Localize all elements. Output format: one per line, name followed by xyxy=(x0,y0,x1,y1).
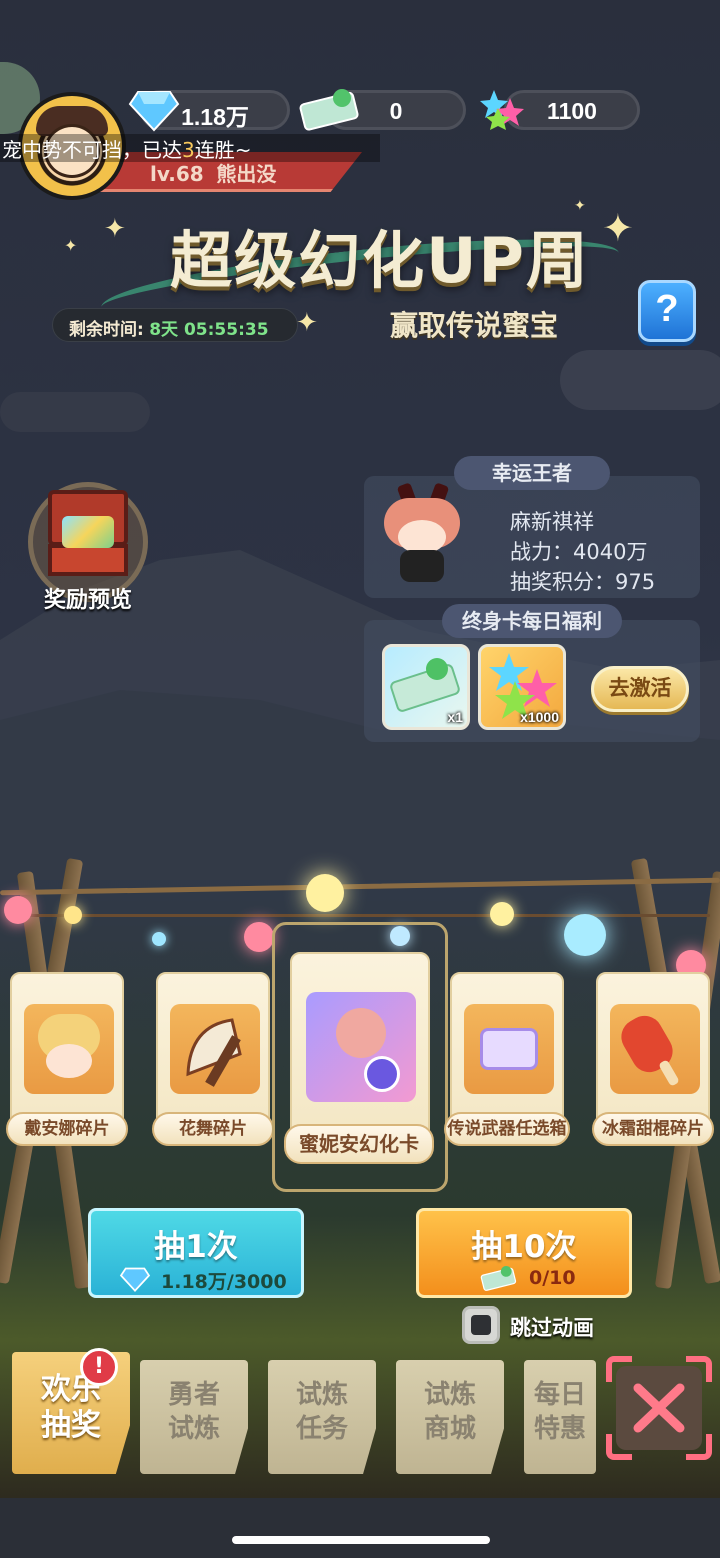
activate-button[interactable]: 去激活 xyxy=(591,666,689,712)
sparkle-icon: ✦ xyxy=(64,236,78,255)
ticket-qty: x1 xyxy=(447,709,463,725)
lifetime-reward-ticket[interactable]: x1 xyxy=(382,644,470,730)
rope-lights xyxy=(10,914,710,917)
bottom-bar xyxy=(0,1498,720,1558)
prize-label-weapon-chest: 传说武器任选箱 xyxy=(444,1112,570,1146)
lifetime-card-tag: 终身卡每日福利 xyxy=(442,604,622,638)
cloud-decoration xyxy=(560,350,720,410)
transform-card-icon xyxy=(306,992,416,1102)
marquee-count: 3 xyxy=(182,138,195,162)
draw-ten-cost: 0/10 xyxy=(529,1267,576,1289)
lucky-king-tag: 幸运王者 xyxy=(454,456,610,490)
light-bulb xyxy=(564,914,606,956)
draw-ten-label: 抽10次 xyxy=(471,1229,577,1265)
prize-label-fan: 花舞碎片 xyxy=(152,1112,274,1146)
king-name: 麻新祺祥 xyxy=(510,510,594,534)
tab-label: 每日 特惠 xyxy=(533,1380,586,1444)
draw-once-button[interactable]: 抽1次 1.18万/3000 xyxy=(88,1208,304,1298)
tab-daily-deals[interactable]: 每日 特惠 xyxy=(524,1360,596,1474)
light-bulb xyxy=(4,896,32,924)
cloud-decoration-left xyxy=(0,392,150,432)
super-ticket-icon xyxy=(480,1266,517,1291)
draw-once-cost: 1.18万/3000 xyxy=(161,1271,287,1293)
king-power: 战力：4040万 xyxy=(510,540,648,564)
treasure-chest-icon xyxy=(48,490,128,576)
prize-card-transform[interactable] xyxy=(290,952,430,1148)
fan-fragment-icon xyxy=(170,1004,260,1094)
tab-trial-tasks[interactable]: 试炼 任务 xyxy=(268,1360,376,1474)
tab-label: 试炼 商城 xyxy=(423,1380,476,1444)
light-bulb xyxy=(244,922,274,952)
close-button[interactable] xyxy=(606,1356,712,1460)
stars-icon xyxy=(480,90,524,130)
prize-label-diana: 戴安娜碎片 xyxy=(6,1112,128,1146)
light-bulb xyxy=(152,932,166,946)
prize-label-popsicle: 冰霜甜棍碎片 xyxy=(592,1112,714,1146)
broadcast-marquee: 宠中势不可挡，已达3连胜~ xyxy=(0,134,380,162)
tab-hero-trial[interactable]: 勇者 试炼 xyxy=(140,1360,248,1474)
draw-ten-button[interactable]: 抽10次 0/10 xyxy=(416,1208,632,1298)
light-bulb xyxy=(306,874,344,912)
marquee-pre: 宠中势不可挡，已达 xyxy=(2,138,182,162)
rope xyxy=(0,877,720,896)
sparkle-icon: ✦ xyxy=(104,214,126,244)
help-button[interactable]: ? xyxy=(638,280,696,342)
lifetime-reward-stars[interactable]: x1000 xyxy=(478,644,566,730)
star-amount: 1100 xyxy=(547,98,597,124)
event-timer: 剩余时间: 8天 05:55:35 xyxy=(52,308,298,342)
king-avatar[interactable] xyxy=(378,482,466,584)
event-title: 超级幻化UP周 xyxy=(170,224,590,297)
timer-label: 剩余时间: xyxy=(69,320,144,340)
tab-label: 勇者 试炼 xyxy=(167,1380,220,1444)
tab-trial-shop[interactable]: 试炼 商城 xyxy=(396,1360,504,1474)
stars-qty: x1000 xyxy=(520,709,559,725)
tab-label: 欢乐 抽奖 xyxy=(41,1372,101,1443)
home-indicator[interactable] xyxy=(232,1536,490,1544)
weapon-chest-icon xyxy=(464,1004,554,1094)
close-icon xyxy=(633,1383,685,1433)
light-bulb xyxy=(64,906,82,924)
light-bulb xyxy=(490,902,514,926)
player-name: 熊出没 xyxy=(216,162,277,186)
tab-label: 试炼 任务 xyxy=(295,1380,348,1444)
prize-label-transform: 蜜妮安幻化卡 xyxy=(284,1124,434,1164)
draw-once-label: 抽1次 xyxy=(154,1229,238,1265)
skip-animation-checkbox[interactable] xyxy=(462,1306,500,1344)
reward-preview-label: 奖励预览 xyxy=(43,588,132,613)
popsicle-fragment-icon xyxy=(610,1004,700,1094)
marquee-post: 连胜~ xyxy=(194,138,252,162)
timer-value: 8天 05:55:35 xyxy=(149,320,269,340)
super-ticket-icon xyxy=(299,89,359,131)
diamond-icon xyxy=(128,91,180,132)
notification-badge: ! xyxy=(80,1348,118,1386)
event-subtitle: 赢取传说蜜宝 xyxy=(390,309,559,342)
player-level: lv.68 xyxy=(150,162,204,186)
diamond-icon xyxy=(119,1267,151,1292)
skip-animation-label: 跳过动画 xyxy=(510,1316,594,1340)
king-score: 抽奖积分：975 xyxy=(510,570,656,594)
diana-fragment-icon xyxy=(24,1004,114,1094)
